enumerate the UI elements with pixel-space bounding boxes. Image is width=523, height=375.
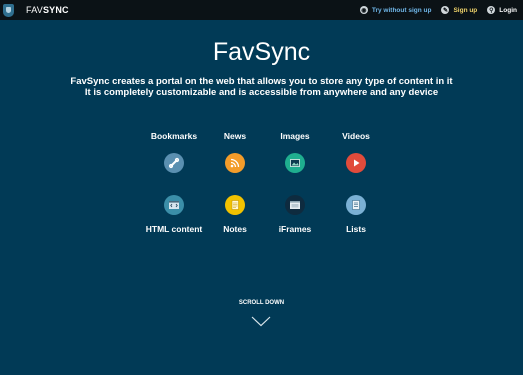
category-label: Lists — [346, 224, 366, 234]
key-icon: ⚲ — [487, 6, 496, 14]
try-without-signup-link[interactable]: ◉ Try without sign up — [359, 6, 432, 14]
category-videos[interactable]: Videos — [316, 131, 396, 173]
try-without-signup-label: Try without sign up — [371, 6, 432, 14]
login-label: Login — [499, 6, 517, 14]
hero-description-line-2: It is completely customizable and is acc… — [84, 87, 439, 98]
chevron-down-icon[interactable] — [251, 316, 271, 327]
scroll-down-label[interactable]: SCROLL DOWN — [0, 300, 523, 306]
login-link[interactable]: ⚲ Login — [487, 6, 517, 14]
notepad-icon — [225, 195, 245, 215]
image-icon — [285, 153, 305, 173]
pencil-icon: ✎ — [441, 6, 450, 14]
brand-fav: FAV — [26, 5, 43, 15]
app-logo-icon[interactable] — [3, 3, 14, 17]
play-icon — [346, 153, 366, 173]
link-icon — [164, 153, 184, 173]
sign-up-label: Sign up — [453, 6, 478, 14]
eye-icon: ◉ — [359, 6, 368, 14]
rss-icon — [225, 153, 245, 173]
code-window-icon — [164, 195, 184, 215]
browser-frame-icon — [285, 195, 305, 215]
top-navigation-bar: FAVSYNC ◉ Try without sign up ✎ Sign up … — [0, 0, 523, 20]
hero-description-line-1: FavSync creates a portal on the web that… — [70, 76, 453, 87]
hero-description: FavSync creates a portal on the web that… — [0, 76, 523, 98]
category-label: Videos — [342, 131, 370, 141]
list-icon — [346, 195, 366, 215]
brand-sync: SYNC — [42, 5, 69, 15]
page-title: FavSync — [212, 38, 311, 66]
sign-up-link[interactable]: ✎ Sign up — [441, 6, 477, 14]
brand-logo[interactable]: FAVSYNC — [26, 5, 69, 15]
top-actions: ◉ Try without sign up ✎ Sign up ⚲ Login — [359, 0, 517, 20]
category-lists[interactable]: Lists — [316, 195, 396, 234]
